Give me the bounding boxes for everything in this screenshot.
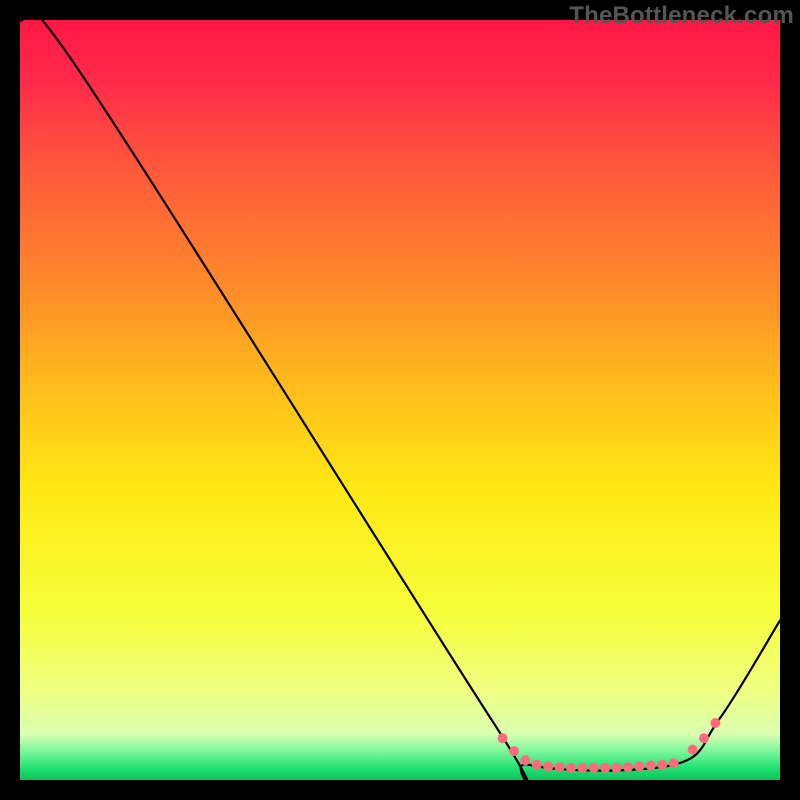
marker-dot xyxy=(555,762,565,772)
marker-dot xyxy=(646,761,656,771)
marker-dot xyxy=(699,733,709,743)
plot-svg xyxy=(20,20,780,780)
marker-dot xyxy=(600,763,610,773)
chart-container: TheBottleneck.com xyxy=(0,0,800,800)
marker-dot xyxy=(623,762,633,772)
marker-dot xyxy=(498,733,508,743)
marker-dot xyxy=(634,761,644,771)
marker-dot xyxy=(688,745,698,755)
marker-dot xyxy=(520,755,530,765)
marker-dot xyxy=(509,746,519,756)
marker-dot xyxy=(669,758,679,768)
plot-area xyxy=(20,20,780,780)
marker-dot xyxy=(543,761,553,771)
marker-dot xyxy=(657,760,667,770)
marker-dot xyxy=(577,763,587,773)
marker-dot xyxy=(532,760,542,770)
marker-dot xyxy=(612,763,622,773)
gradient-background xyxy=(20,20,780,780)
attribution-text: TheBottleneck.com xyxy=(569,2,794,30)
marker-dot xyxy=(710,718,720,728)
marker-dot xyxy=(566,763,576,773)
marker-dot xyxy=(589,763,599,773)
